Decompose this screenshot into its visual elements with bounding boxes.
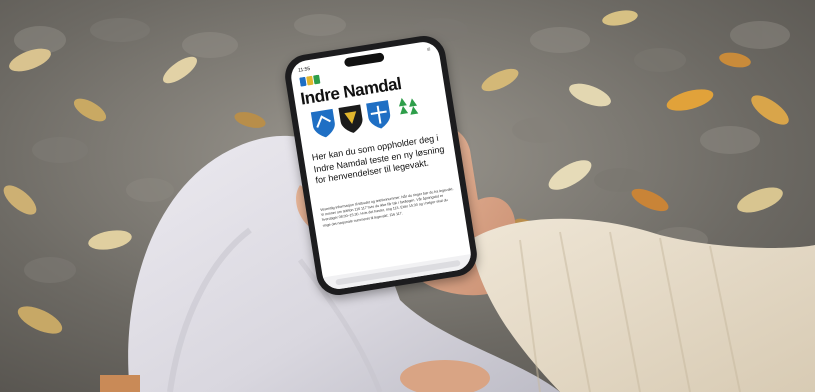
black-gold-crest-icon xyxy=(338,104,363,133)
phone-screen: 11:55 ≡ Indre Namdal Her kan du som opph… xyxy=(288,39,474,292)
intro-heading: Her kan du som oppholder deg i Indre Nam… xyxy=(311,132,445,186)
hamburger-menu-icon[interactable]: ≡ xyxy=(427,47,431,53)
intro-body-text: Vesentlig informasjon til tilbudet og te… xyxy=(319,186,454,228)
green-tree-icons xyxy=(398,97,419,115)
blue-cross-crest-icon xyxy=(366,100,391,129)
photo-frame: 11:55 ≡ Indre Namdal Her kan du som opph… xyxy=(0,0,815,392)
status-time: 11:55 xyxy=(297,65,311,74)
blue-crest-icon xyxy=(310,108,335,138)
